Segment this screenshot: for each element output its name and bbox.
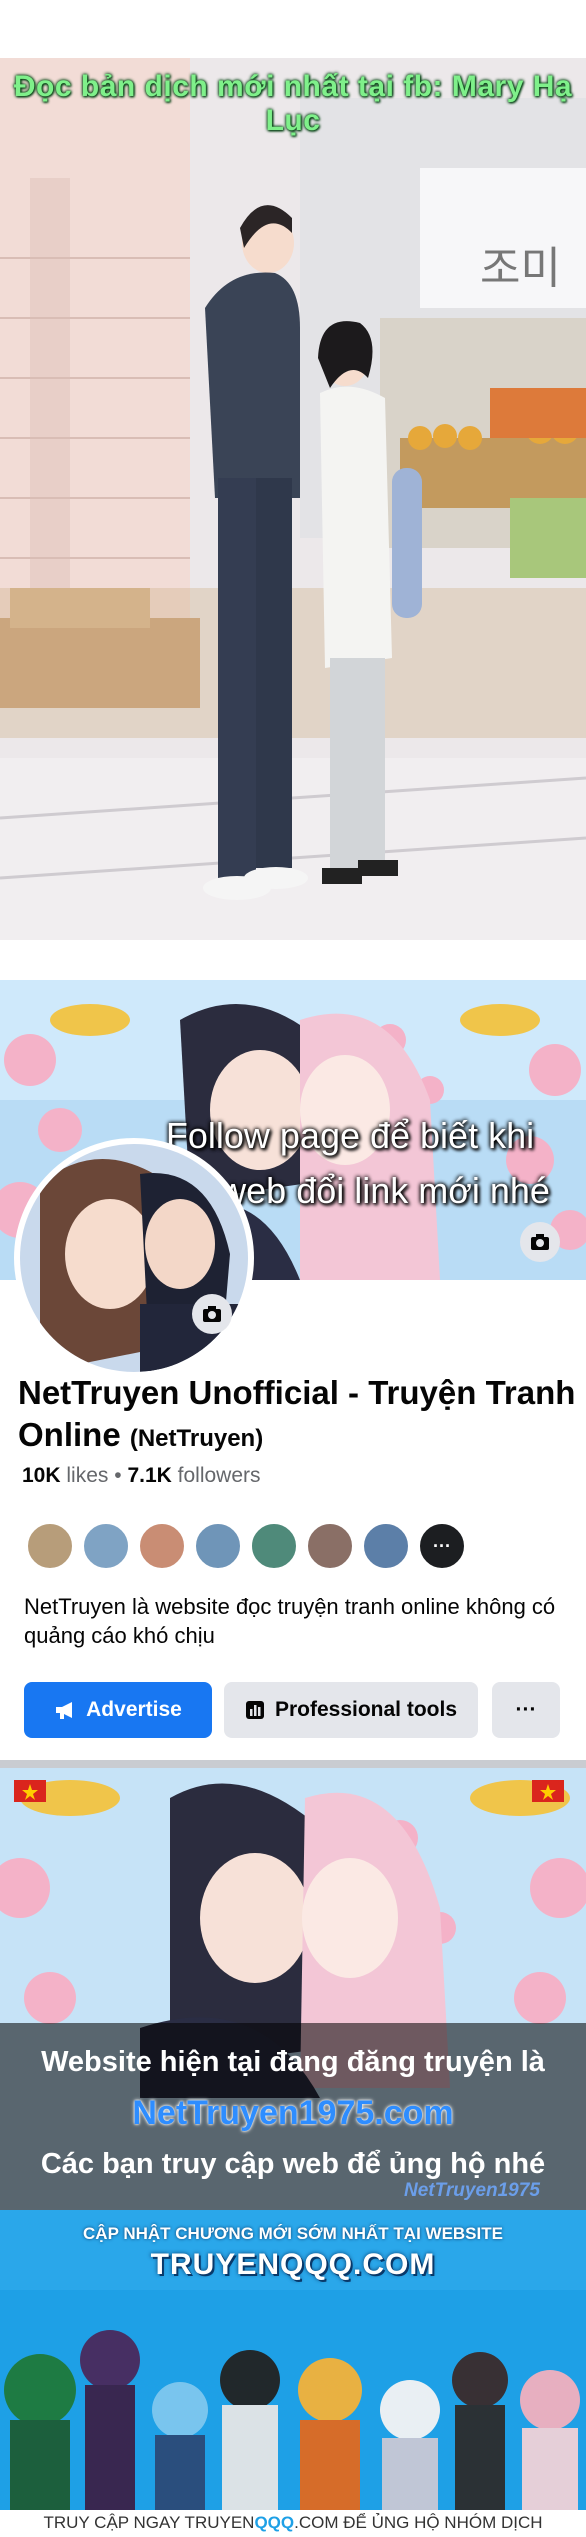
footer-text-highlight: QQQ [254, 2513, 295, 2532]
footer-text-post: .COM ĐỂ ỦNG HỘ NHÓM DỊCH [294, 2513, 543, 2532]
truyenqq-footer: TRUY CẬP NGAY TRUYENQQQ.COM ĐỂ ỦNG HỘ NH… [0, 2513, 586, 2533]
edit-avatar-button[interactable] [192, 1294, 232, 1334]
manga-panel: 조미 [0, 58, 586, 940]
promo-watermark: NetTruyen1975 [404, 2180, 540, 2201]
panel-divider [0, 1760, 586, 1768]
vietnam-flag-left [14, 1780, 46, 1802]
panel-gap [0, 940, 586, 980]
follower-avatar[interactable] [362, 1522, 410, 1570]
follower-avatar[interactable] [82, 1522, 130, 1570]
follower-avatar[interactable] [194, 1522, 242, 1570]
professional-tools-button[interactable]: Professional tools [224, 1682, 478, 1738]
page-stats: 10K likes • 7.1K followers [22, 1464, 261, 1488]
truyenqq-logo[interactable]: TRUYENQQQ.COM [0, 2248, 586, 2282]
promo-illustration [0, 1768, 586, 2210]
shop-sign: 조미 [480, 243, 561, 294]
chart-icon [245, 1701, 264, 1719]
followers-label: followers [177, 1464, 261, 1487]
page-alias: (NetTruyen) [129, 1425, 264, 1452]
follower-avatar[interactable] [26, 1522, 74, 1570]
page-title: NetTruyen Unofficial - Truyện Tranh Onli… [18, 1374, 576, 1453]
professional-tools-label: Professional tools [274, 1698, 458, 1721]
footer-text-pre: TRUY CẬP NGAY TRUYEN [43, 2513, 255, 2532]
promo-site-link[interactable]: NetTruyen1975.com [0, 2094, 586, 2133]
likes-count[interactable]: 10K [22, 1464, 61, 1487]
truyenqq-header: CẬP NHẬT CHƯƠNG MỚI SỚM NHẤT TẠI WEBSITE [83, 2224, 503, 2243]
likes-label: likes [66, 1464, 109, 1487]
advertise-button[interactable]: Advertise [24, 1682, 212, 1738]
page-name: NetTruyen Unofficial - Truyện Tranh Onli… [18, 1372, 578, 1460]
advertise-label: Advertise [86, 1698, 182, 1721]
follower-avatar[interactable] [250, 1522, 298, 1570]
manga-scene-illustration: 조미 [0, 58, 586, 940]
camera-icon [203, 1306, 221, 1322]
avatar-illustration [20, 1144, 248, 1372]
translator-credit: Đọc bản dịch mới nhất tại fb: Mary Hạ Lụ… [13, 70, 573, 137]
promo-banner: Website hiện tại đang đăng truyện là Net… [0, 1768, 586, 2210]
facebook-page-screenshot: Follow page để biết khi nào web đổi link… [0, 980, 586, 1760]
followers-count[interactable]: 7.1K [127, 1464, 171, 1487]
edit-cover-button[interactable] [520, 1222, 560, 1262]
promo-line-1: Website hiện tại đang đăng truyện là [41, 2046, 545, 2078]
follower-avatar[interactable] [138, 1522, 186, 1570]
truyenqq-banner: CẬP NHẬT CHƯƠNG MỚI SỚM NHẤT TẠI WEBSITE… [0, 2210, 586, 2537]
camera-icon [531, 1234, 549, 1250]
megaphone-icon [56, 1702, 73, 1719]
more-options-button[interactable]: ··· [492, 1682, 560, 1738]
more-followers-button[interactable]: ··· [418, 1522, 466, 1570]
vietnam-flag-right [532, 1780, 564, 1802]
profile-picture[interactable] [14, 1138, 254, 1378]
promo-line-3: Các bạn truy cập web để ủng hộ nhé [40, 2148, 546, 2180]
follower-avatar[interactable] [306, 1522, 354, 1570]
follower-avatars: ··· [26, 1522, 466, 1574]
stats-separator: • [114, 1464, 122, 1487]
page-bio: NetTruyen là website đọc truyện tranh on… [24, 1594, 556, 1648]
